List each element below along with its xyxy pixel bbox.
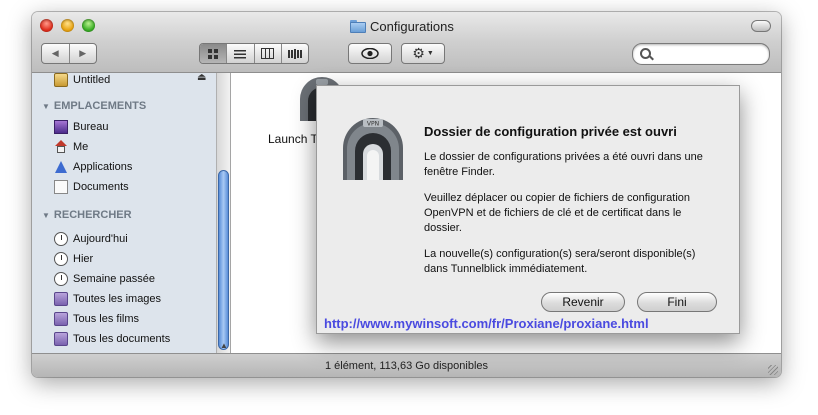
sidebar-item-untitled[interactable]: Untitled xyxy=(54,73,110,89)
disclosure-triangle-icon: ▼ xyxy=(42,210,50,220)
sidebar: Untitled ⏏ ▼ EMPLACEMENTS Bureau Me Appl… xyxy=(32,73,231,353)
drive-icon xyxy=(54,73,68,87)
home-icon xyxy=(54,140,68,154)
quick-look-button[interactable] xyxy=(348,43,392,64)
dialog-title: Dossier de configuration privée est ouvr… xyxy=(424,124,677,139)
list-view-button[interactable] xyxy=(227,44,255,63)
search-header-label: RECHERCHER xyxy=(53,209,132,221)
file-label[interactable]: Launch T xyxy=(268,132,318,146)
chevron-down-icon: ▼ xyxy=(426,50,434,57)
column-view-icon xyxy=(261,48,275,59)
sidebar-item-me[interactable]: Me xyxy=(54,138,88,156)
back-forward-buttons: ◀ ▶ xyxy=(41,43,97,64)
documents-icon xyxy=(54,180,68,194)
scrollbar-thumb[interactable] xyxy=(218,170,229,350)
search-field[interactable] xyxy=(632,43,770,65)
configuration-dialog: VPN Dossier de configuration privée est … xyxy=(316,85,740,334)
sidebar-item-hier[interactable]: Hier xyxy=(54,250,93,268)
sidebar-item-aujourdhui[interactable]: Aujourd'hui xyxy=(54,230,128,248)
window-title: Configurations xyxy=(350,18,454,34)
sidebar-item-toutes-les-images[interactable]: Toutes les images xyxy=(54,290,161,308)
vpn-badge-text: VPN xyxy=(367,121,379,128)
minimize-button[interactable] xyxy=(61,19,74,32)
places-header[interactable]: ▼ EMPLACEMENTS xyxy=(42,98,146,114)
desktop-icon xyxy=(54,120,68,134)
fini-button[interactable]: Fini xyxy=(637,292,717,312)
applications-icon xyxy=(54,160,68,174)
column-view-button[interactable] xyxy=(255,44,282,63)
window-title-text: Configurations xyxy=(370,18,454,34)
toolbar-toggle-button[interactable] xyxy=(751,20,771,32)
eye-icon xyxy=(361,48,379,59)
clock-icon xyxy=(54,252,68,266)
list-view-icon xyxy=(234,49,247,58)
coverflow-view-icon xyxy=(287,48,302,59)
clock-icon xyxy=(54,232,68,246)
sidebar-item-label: Me xyxy=(73,141,89,153)
forward-button[interactable]: ▶ xyxy=(70,44,97,63)
revenir-button[interactable]: Revenir xyxy=(541,292,625,312)
gear-icon: ⚙ xyxy=(412,45,425,61)
sidebar-item-label: Aujourd'hui xyxy=(73,233,128,245)
sidebar-item-label: Bureau xyxy=(73,121,109,133)
close-button[interactable] xyxy=(40,19,53,32)
sidebar-item-label: Documents xyxy=(73,181,129,193)
search-header[interactable]: ▼ RECHERCHER xyxy=(42,207,132,223)
sidebar-item-label: Applications xyxy=(73,161,133,173)
action-menu-button[interactable]: ⚙ ▼ xyxy=(401,43,445,64)
sidebar-item-bureau[interactable]: Bureau xyxy=(54,118,108,136)
resize-grip-icon[interactable] xyxy=(768,365,778,375)
sidebar-item-label: Toutes les images xyxy=(73,293,162,305)
status-text: 1 élément, 113,63 Go disponibles xyxy=(324,360,489,372)
search-icon xyxy=(640,48,651,59)
sidebar-item-label: Hier xyxy=(73,253,94,265)
sidebar-item-semaine-passee[interactable]: Semaine passée xyxy=(54,270,155,288)
icon-view-button[interactable] xyxy=(200,44,228,63)
smart-folder-icon xyxy=(54,312,68,326)
sidebar-item-documents[interactable]: Documents xyxy=(54,178,129,196)
view-mode-buttons xyxy=(199,43,309,64)
sidebar-item-tous-les-films[interactable]: Tous les films xyxy=(54,310,139,328)
sidebar-item-tous-les-documents[interactable]: Tous les documents xyxy=(54,330,170,348)
scroll-arrow-icon[interactable]: ▲ xyxy=(217,339,230,353)
dialog-paragraph-3: La nouvelle(s) configuration(s) sera/ser… xyxy=(424,248,696,275)
smart-folder-icon xyxy=(54,292,68,306)
sidebar-item-label: Tous les documents xyxy=(73,333,171,345)
sidebar-item-applications[interactable]: Applications xyxy=(54,158,132,176)
eject-icon[interactable]: ⏏ xyxy=(197,73,206,83)
disclosure-triangle-icon: ▼ xyxy=(42,101,50,111)
smart-folder-icon xyxy=(54,332,68,346)
status-bar: 1 élément, 113,63 Go disponibles xyxy=(32,353,781,377)
icon-view-icon xyxy=(208,48,219,59)
sidebar-item-label: Tous les films xyxy=(73,313,140,325)
title-toolbar: Configurations ◀ ▶ ⚙ ▼ xyxy=(32,12,781,73)
dialog-paragraph-2: Veuillez déplacer ou copier de fichiers … xyxy=(424,192,690,234)
folder-icon xyxy=(350,19,366,33)
sidebar-item-label: Untitled xyxy=(73,74,111,86)
tunnelblick-icon: VPN xyxy=(343,118,403,180)
watermark-link[interactable]: http://www.mywinsoft.com/fr/Proxiane/pro… xyxy=(324,316,649,331)
sidebar-scrollbar[interactable]: ▲ xyxy=(216,73,230,353)
zoom-button[interactable] xyxy=(82,19,95,32)
sidebar-item-label: Semaine passée xyxy=(73,273,155,285)
clock-icon xyxy=(54,272,68,286)
dialog-paragraph-1: Le dossier de configurations privées a é… xyxy=(424,151,703,178)
places-header-label: EMPLACEMENTS xyxy=(53,100,147,112)
coverflow-view-button[interactable] xyxy=(282,44,308,63)
back-button[interactable]: ◀ xyxy=(42,44,70,63)
